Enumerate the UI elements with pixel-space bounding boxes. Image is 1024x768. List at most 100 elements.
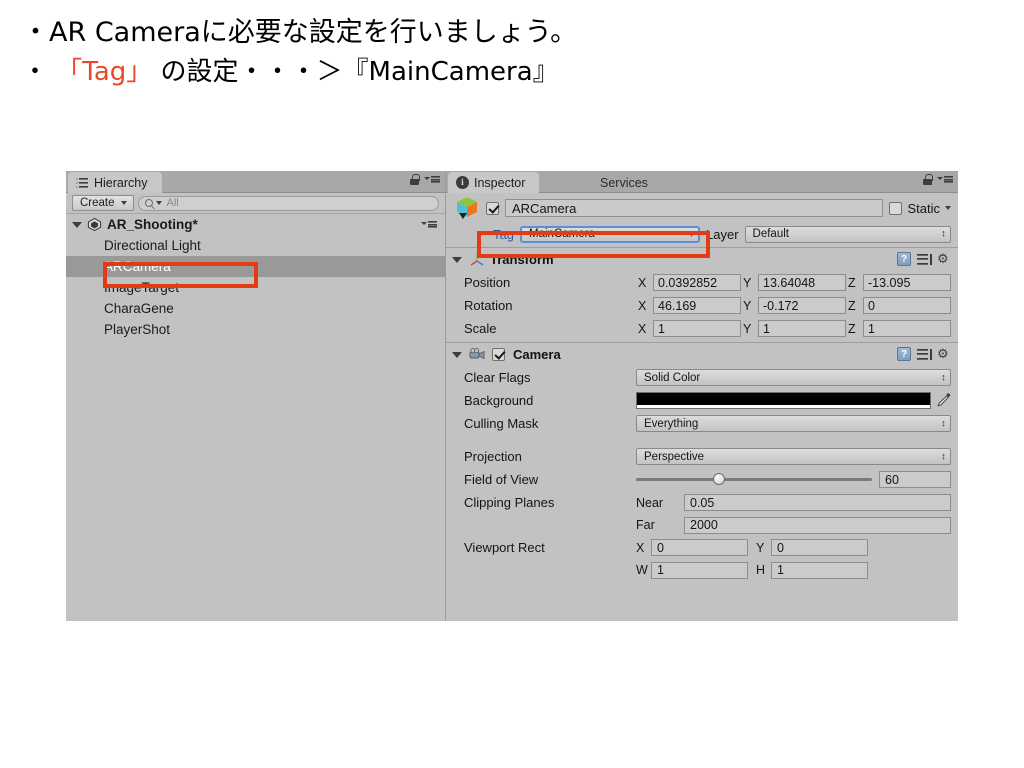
axis-x-label: X: [638, 298, 647, 313]
axis-z-label: Z: [848, 298, 856, 313]
tab-hierarchy[interactable]: Hierarchy: [68, 172, 162, 193]
layer-label: Layer: [706, 226, 739, 242]
tab-inspector[interactable]: i Inspector: [448, 172, 540, 193]
scale-x-input[interactable]: 1: [653, 320, 741, 337]
camera-component-header[interactable]: Camera ? ⚙: [446, 343, 958, 366]
far-label: Far: [636, 518, 655, 532]
culling-mask-dropdown[interactable]: Everything: [636, 415, 951, 432]
create-button[interactable]: Create: [72, 195, 134, 211]
viewport-h-input[interactable]: 1: [771, 561, 868, 579]
background-color-swatch[interactable]: [636, 392, 931, 409]
viewport-y-value: 0: [777, 540, 784, 555]
viewport-x-value: 0: [657, 540, 664, 555]
object-enabled-checkbox[interactable]: [486, 201, 499, 215]
foldout-open-icon[interactable]: [72, 221, 82, 228]
rotation-x-input[interactable]: 46.169: [653, 297, 741, 314]
scale-z-input[interactable]: 1: [863, 320, 951, 337]
static-toggle-group[interactable]: Static: [889, 201, 951, 216]
tag-dropdown[interactable]: MainCamera: [520, 225, 700, 243]
position-z-input[interactable]: -13.095: [863, 274, 951, 291]
hierarchy-search-input[interactable]: All: [137, 195, 439, 211]
viewport-rect-label: Viewport Rect: [464, 540, 545, 555]
lock-icon[interactable]: [410, 174, 420, 185]
viewport-rect-xy-row: Viewport Rect X 0 Y 0: [446, 536, 958, 559]
position-y-input[interactable]: 13.64048: [758, 274, 846, 291]
static-checkbox[interactable]: [889, 201, 903, 215]
viewport-y-input[interactable]: 0: [771, 539, 868, 556]
background-row: Background: [446, 389, 958, 412]
slide-bullet-line-2: ・ 「Tag」 の設定・・・＞『MainCamera』: [22, 53, 1002, 93]
rotation-z-value: 0: [868, 298, 875, 313]
near-clip-input[interactable]: 0.05: [684, 494, 951, 511]
help-icon[interactable]: ?: [897, 252, 911, 266]
gear-icon[interactable]: ⚙: [937, 252, 951, 266]
object-name-input[interactable]: ARCamera: [505, 199, 884, 217]
inspector-tabbar-controls: [923, 174, 953, 185]
tag-value: MainCamera: [529, 228, 595, 240]
hierarchy-item-label: CharaGene: [104, 301, 174, 316]
hierarchy-item-directional-light[interactable]: Directional Light: [66, 235, 445, 256]
position-x-input[interactable]: 0.0392852: [653, 274, 741, 291]
hierarchy-item-arcamera[interactable]: ARCamera: [66, 256, 445, 277]
foldout-open-icon[interactable]: [452, 256, 462, 263]
hierarchy-root-scene[interactable]: AR_Shooting*: [66, 214, 445, 235]
camera-enabled-checkbox[interactable]: [492, 348, 505, 361]
viewport-rect-wh-row: W 1 H 1: [446, 559, 958, 581]
hierarchy-tree: AR_Shooting* Directional Light ARCamera …: [66, 214, 445, 340]
eyedropper-icon[interactable]: [935, 392, 951, 409]
viewport-w-input[interactable]: 1: [651, 561, 748, 579]
clear-flags-dropdown[interactable]: Solid Color: [636, 369, 951, 386]
field-of-view-input[interactable]: 60: [879, 471, 951, 488]
viewport-x-input[interactable]: 0: [651, 539, 748, 556]
viewport-y-label: Y: [756, 540, 765, 555]
preset-icon[interactable]: [917, 348, 932, 361]
tab-inspector-label: Inspector: [474, 175, 526, 190]
axis-x-label: X: [638, 275, 647, 290]
background-label: Background: [464, 393, 534, 408]
field-of-view-slider[interactable]: [636, 473, 872, 485]
static-chevron-down-icon[interactable]: [945, 206, 951, 210]
unity-scene-icon: [87, 217, 102, 232]
tag-keyword-highlight: 「Tag」: [56, 57, 153, 88]
projection-dropdown[interactable]: Perspective: [636, 448, 951, 465]
transform-component-header[interactable]: Transform ? ⚙: [446, 248, 958, 271]
rotation-label: Rotation: [464, 298, 513, 313]
gear-icon[interactable]: ⚙: [937, 347, 951, 361]
hierarchy-panel: Hierarchy Create All AR_Shooting* Direct…: [66, 171, 446, 621]
help-icon[interactable]: ?: [897, 347, 911, 361]
lock-icon[interactable]: [923, 174, 933, 185]
hierarchy-item-charagene[interactable]: CharaGene: [66, 298, 445, 319]
rotation-z-input[interactable]: 0: [863, 297, 951, 314]
camera-icon: [469, 348, 487, 361]
slider-handle[interactable]: [712, 473, 725, 485]
camera-title: Camera: [513, 347, 561, 362]
far-clip-value: 2000: [690, 518, 718, 532]
tab-services-label: Services: [600, 175, 648, 190]
hierarchy-item-imagetarget[interactable]: ImageTarget: [66, 277, 445, 298]
scale-y-input[interactable]: 1: [758, 320, 846, 337]
clipping-planes-near-row: Clipping Planes Near 0.05: [446, 491, 958, 514]
rotation-y-input[interactable]: -0.172: [758, 297, 846, 314]
culling-mask-row: Culling Mask Everything: [446, 412, 958, 435]
scale-x-value: 1: [658, 321, 665, 336]
scale-y-value: 1: [763, 321, 770, 336]
far-clip-input[interactable]: 2000: [684, 516, 951, 534]
rotation-x-value: 46.169: [658, 298, 697, 313]
panel-menu-icon[interactable]: [424, 174, 440, 185]
hierarchy-item-label: ARCamera: [104, 259, 171, 274]
inspector-tabbar: i Inspector Services: [446, 171, 958, 193]
preset-icon[interactable]: [917, 253, 932, 266]
clipping-planes-far-row: Far 2000: [446, 514, 958, 536]
hierarchy-list-icon: [76, 176, 89, 189]
tab-services[interactable]: Services: [592, 172, 662, 193]
axis-y-label: Y: [743, 298, 752, 313]
field-of-view-row: Field of View 60: [446, 468, 958, 491]
position-label: Position: [464, 275, 511, 290]
scene-menu-icon[interactable]: [421, 219, 437, 230]
layer-dropdown[interactable]: Default: [744, 225, 951, 243]
panel-menu-icon[interactable]: [937, 174, 953, 185]
hierarchy-item-playershot[interactable]: PlayerShot: [66, 319, 445, 340]
foldout-open-icon[interactable]: [452, 351, 462, 358]
near-clip-value: 0.05: [690, 495, 715, 510]
